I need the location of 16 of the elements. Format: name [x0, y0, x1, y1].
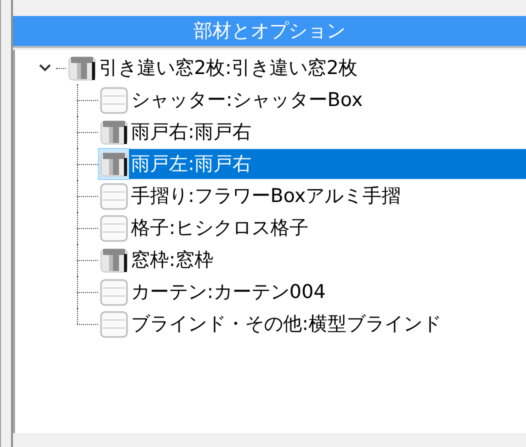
- panel-title: 部材とオプション: [13, 16, 526, 48]
- splitter-bar[interactable]: [0, 0, 13, 447]
- tree-item[interactable]: 引き違い窓2枚:引き違い窓2枚: [97, 53, 360, 83]
- cylinder-icon: [99, 309, 129, 339]
- tree-item[interactable]: 手摺り:フラワーBoxアルミ手摺: [129, 181, 403, 211]
- tree-item[interactable]: 格子:ヒシクロス格子: [129, 213, 310, 243]
- tree-item[interactable]: 雨戸右:雨戸右: [129, 117, 254, 147]
- tree-item[interactable]: ブラインド・その他:横型ブラインド: [129, 309, 444, 339]
- cylinder-icon: [99, 277, 129, 307]
- tree-item[interactable]: シャッター:シャッターBox: [129, 85, 365, 115]
- cylinder-icon: [99, 85, 129, 115]
- tree-item[interactable]: 窓枠:窓枠: [129, 245, 216, 275]
- tree-item[interactable]: カーテン:カーテン004: [129, 277, 328, 307]
- tree-item[interactable]: 雨戸左:雨戸右: [129, 149, 526, 179]
- cylinder-icon: [99, 213, 129, 243]
- cylinder-icon: [99, 181, 129, 211]
